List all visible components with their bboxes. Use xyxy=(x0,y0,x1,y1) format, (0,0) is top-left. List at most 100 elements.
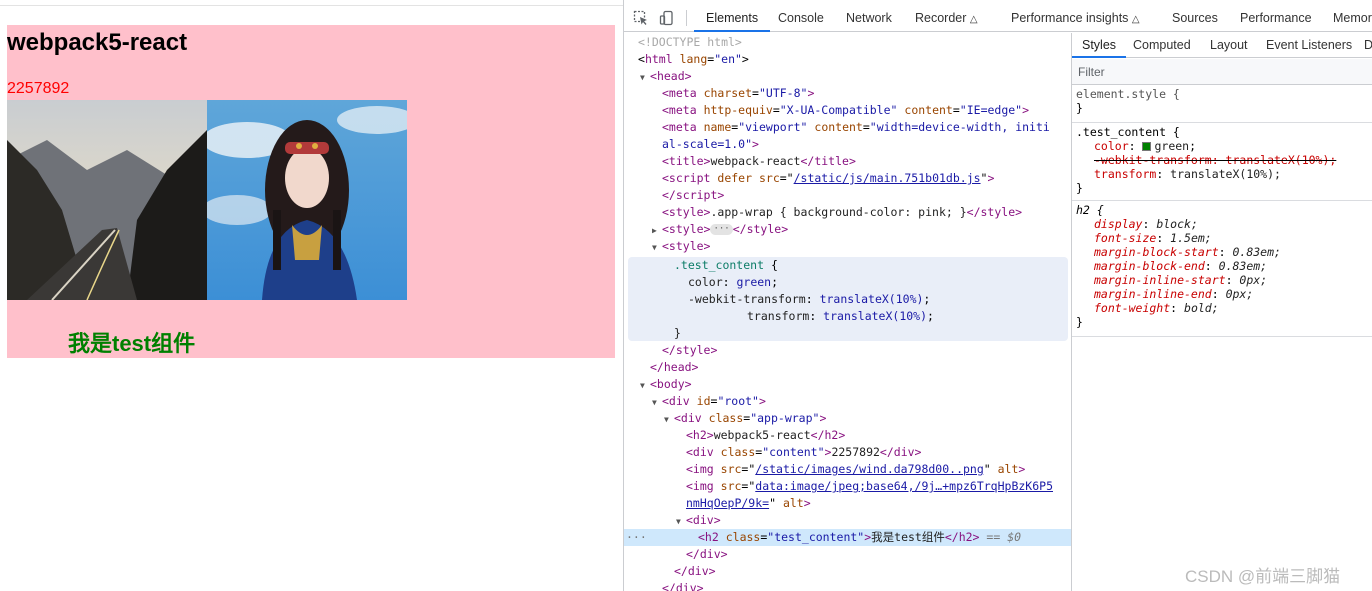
tree-line-style-3-close[interactable]: </style> xyxy=(662,342,1071,359)
styles-tabbar: Styles Computed Layout Event Listeners D xyxy=(1072,33,1372,58)
expand-arrow-icon[interactable]: ▼ xyxy=(640,377,650,394)
script-src-link[interactable]: /static/js/main.751b01db.js xyxy=(794,171,981,185)
filter-placeholder: Filter xyxy=(1078,65,1105,79)
tab-computed[interactable]: Computed xyxy=(1133,33,1191,58)
tab-performance-insights[interactable]: Performance insights △ xyxy=(1011,4,1140,32)
test-content-rule[interactable]: .test_content { color: green; -webkit-tr… xyxy=(1072,125,1372,201)
element-style-close: } xyxy=(1076,101,1083,115)
ellipsis-chip[interactable]: ··· xyxy=(710,224,733,235)
device-toolbar-icon[interactable] xyxy=(659,10,675,26)
rule-close: } xyxy=(1076,181,1083,195)
flask-icon: △ xyxy=(1131,14,1140,25)
devtools-tabbar: Elements Console Network Recorder △ Perf… xyxy=(624,4,1372,32)
flask-icon: △ xyxy=(969,14,978,25)
rule-transform-line[interactable]: transform: translateX(10%); xyxy=(1072,167,1372,181)
tree-line-style-2[interactable]: ▶ <style> ··· </style> xyxy=(652,221,1071,238)
landscape-image xyxy=(7,100,207,300)
tree-line-inner-div[interactable]: ▼ <div> xyxy=(676,512,1071,529)
h2-rule-close: } xyxy=(1076,315,1083,329)
inspect-element-icon[interactable] xyxy=(633,10,649,26)
tree-line-style-1[interactable]: <style>.app-wrap { background-color: pin… xyxy=(662,204,1071,221)
tree-line-app-wrap-close[interactable]: </div> xyxy=(674,563,1071,580)
h2-prop-line: margin-inline-end: 0px; xyxy=(1094,287,1254,301)
page-heading: webpack5-react xyxy=(7,29,188,56)
tab-dom-breakpoints[interactable]: D xyxy=(1364,33,1372,58)
tree-line-img2[interactable]: <img src="data:image/jpeg;base64,/9j…+mp… xyxy=(686,478,1071,495)
expand-arrow-icon[interactable]: ▼ xyxy=(652,394,662,411)
h2-prop-line: font-size: 1.5em; xyxy=(1094,231,1212,245)
tab-memory[interactable]: Memor xyxy=(1333,4,1372,32)
test-content-selector: .test_content { xyxy=(1076,125,1180,139)
img2-src-link[interactable]: data:image/jpeg;base64,/9j…+mpz6TrqHpBzK… xyxy=(755,479,1053,493)
tab-console[interactable]: Console xyxy=(778,4,824,32)
tab-event-listeners[interactable]: Event Listeners xyxy=(1266,33,1352,58)
h2-prop-line: font-weight: bold; xyxy=(1094,301,1219,315)
css-transform-line: transform: translateX(10%); xyxy=(747,309,934,323)
h2-prop-line: margin-inline-start: 0px; xyxy=(1094,273,1268,287)
expand-arrow-icon[interactable]: ▼ xyxy=(640,69,650,86)
css-webkit-line: -webkit-transform: translateX(10%); xyxy=(688,292,931,306)
tree-line-doctype[interactable]: <!DOCTYPE html> xyxy=(638,34,1071,51)
tree-line-meta-charset[interactable]: <meta charset="UTF-8"> xyxy=(662,85,1071,102)
tree-line-h2[interactable]: <h2>webpack5-react</h2> xyxy=(686,427,1071,444)
css-selector-line: .test_content { xyxy=(674,258,778,272)
h2-prop-line: margin-block-start: 0.83em; xyxy=(1094,245,1281,259)
element-style-selector: element.style { xyxy=(1076,87,1180,101)
tree-line-head[interactable]: ▼ <head> xyxy=(640,68,1071,85)
tree-line-script[interactable]: <script defer src="/static/js/main.751b0… xyxy=(662,170,1071,187)
tree-line-style-3[interactable]: ▼ <style> xyxy=(652,238,1071,255)
content-number: 2257892 xyxy=(7,80,70,97)
tab-performance-insights-label: Performance insights xyxy=(1011,11,1129,25)
tree-line-img1[interactable]: <img src="/static/images/wind.da798d00..… xyxy=(686,461,1071,478)
page-top-border xyxy=(0,5,623,6)
tab-sources[interactable]: Sources xyxy=(1172,4,1218,32)
tab-styles[interactable]: Styles xyxy=(1072,33,1127,58)
tab-recorder[interactable]: Recorder △ xyxy=(915,4,978,32)
test-content-heading: 我是test组件 xyxy=(68,331,196,356)
h2-selector: h2 { xyxy=(1076,203,1104,217)
rule-webkit-transform-line[interactable]: -webkit-transform: translateX(10%); xyxy=(1072,153,1372,167)
tab-layout[interactable]: Layout xyxy=(1210,33,1248,58)
h2-prop-line: display: block; xyxy=(1094,217,1198,231)
tree-line-body[interactable]: ▼ <body> xyxy=(640,376,1071,393)
rendered-page: webpack5-react 2257892 我是test组件 xyxy=(0,0,623,591)
h2-prop-line: margin-block-end: 0.83em; xyxy=(1094,259,1268,273)
expand-arrow-icon[interactable]: ▼ xyxy=(664,411,674,428)
tab-performance[interactable]: Performance xyxy=(1240,4,1312,32)
tree-line-inner-div-close[interactable]: </div> xyxy=(686,546,1071,563)
tree-line-img2-cont[interactable]: nmHqOepP/9k=" alt> xyxy=(686,495,1071,512)
app-wrap: webpack5-react 2257892 我是test组件 xyxy=(7,25,615,358)
devtools-panel: Elements Console Network Recorder △ Perf… xyxy=(623,0,1372,591)
toolbar-separator xyxy=(686,10,687,26)
expand-arrow-icon[interactable]: ▼ xyxy=(676,513,686,530)
h2-ua-rule[interactable]: h2 { display: block; font-size: 1.5em; m… xyxy=(1072,203,1372,337)
tree-line-meta-viewport-cont[interactable]: al-scale=1.0"> xyxy=(662,136,1071,153)
element-style-rule[interactable]: element.style { } xyxy=(1072,87,1372,123)
tab-elements[interactable]: Elements xyxy=(694,4,771,32)
rule-color-line[interactable]: color: green; xyxy=(1072,139,1372,153)
tree-line-content[interactable]: <div class="content">2257892</div> xyxy=(686,444,1071,461)
expand-arrow-icon[interactable]: ▶ xyxy=(652,222,662,239)
styles-pane: Styles Computed Layout Event Listeners D… xyxy=(1072,33,1372,591)
tree-line-root-close[interactable]: </div> xyxy=(662,580,1071,591)
tree-line-root[interactable]: ▼ <div id="root"> xyxy=(652,393,1071,410)
elements-tree[interactable]: <!DOCTYPE html> <html lang="en"> ▼ <head>… xyxy=(624,33,1071,591)
tree-line-script-close[interactable]: </script> xyxy=(662,187,1071,204)
csdn-watermark: CSDN @前端三脚猫 xyxy=(1185,567,1341,586)
css-close-line: } xyxy=(674,326,681,340)
tree-line-meta-viewport[interactable]: <meta name="viewport" content="width=dev… xyxy=(662,119,1071,136)
portrait-image xyxy=(207,100,407,300)
tab-network[interactable]: Network xyxy=(846,4,892,32)
css-color-line: color: green; xyxy=(688,275,779,289)
styles-filter-input[interactable]: Filter xyxy=(1072,59,1372,85)
tree-line-title[interactable]: <title>webpack-react</title> xyxy=(662,153,1071,170)
tree-line-test-content[interactable]: ··· <h2 class="test_content">我是test组件</h2… xyxy=(626,529,1071,546)
tree-line-meta-http-equiv[interactable]: <meta http-equiv="X-UA-Compatible" conte… xyxy=(662,102,1071,119)
tree-line-app-wrap[interactable]: ▼ <div class="app-wrap"> xyxy=(664,410,1071,427)
tree-line-head-close[interactable]: </head> xyxy=(650,359,1071,376)
tab-recorder-label: Recorder xyxy=(915,11,967,25)
tree-line-html[interactable]: <html lang="en"> xyxy=(638,51,1071,68)
expand-arrow-icon[interactable]: ▼ xyxy=(652,239,662,256)
img1-src-link[interactable]: /static/images/wind.da798d00..png xyxy=(755,462,983,476)
color-swatch-icon[interactable] xyxy=(1142,142,1152,151)
